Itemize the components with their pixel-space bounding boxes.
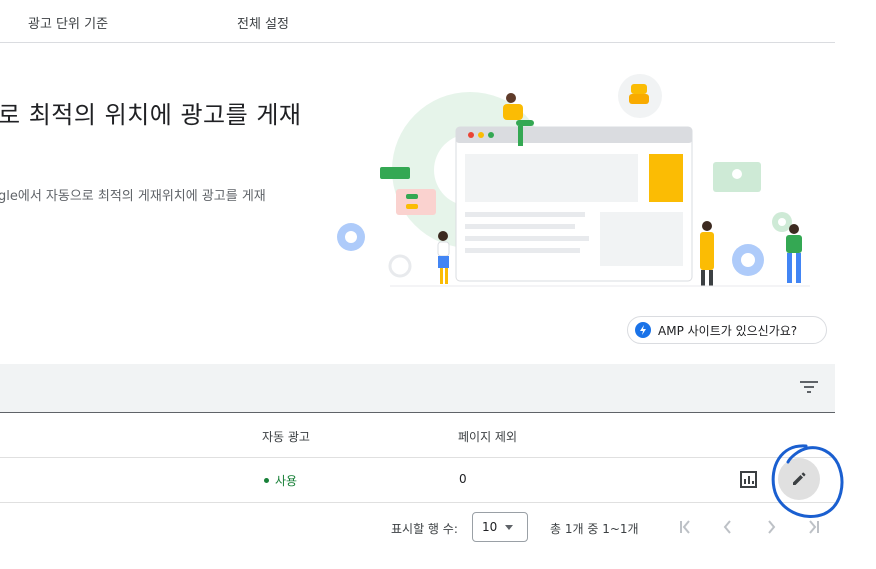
person-right-figure [786, 224, 802, 283]
auto-ads-status: 사용 [264, 472, 297, 489]
filter-icon[interactable] [800, 380, 818, 394]
coin-bubble-icon [618, 74, 662, 118]
tab-bar: 광고 단위 기준 전체 설정 [0, 0, 835, 43]
message-chip-icon [380, 167, 410, 179]
auto-ads-status-label: 사용 [275, 474, 298, 488]
small-gear-left-icon [337, 223, 365, 251]
first-page-icon [680, 520, 690, 534]
report-chart-icon[interactable] [740, 471, 757, 488]
ring-decoration [388, 254, 412, 278]
toggle-card-icon [396, 189, 436, 215]
amp-chip-label: AMP 사이트가 있으신가요? [658, 323, 798, 338]
page-range-text: 총 1개 중 1~1개 [550, 522, 639, 536]
status-dot-icon [264, 478, 269, 483]
first-page-button[interactable] [675, 516, 695, 538]
tab-ad-unit[interactable]: 광고 단위 기준 [28, 13, 108, 32]
amp-site-chip[interactable]: AMP 사이트가 있으신가요? [627, 316, 827, 344]
last-page-button[interactable] [804, 516, 824, 538]
table-header-row: 자동 광고 페이지 제외 [0, 413, 835, 458]
rows-per-page-label: 표시할 행 수: [391, 522, 458, 536]
browser-window-graphic [455, 126, 693, 282]
last-page-icon [809, 520, 819, 534]
pagination-bar: 표시할 행 수: 10 총 1개 중 1~1개 [0, 510, 835, 546]
small-gear-right-icon [732, 244, 764, 276]
previous-page-button[interactable] [718, 516, 738, 538]
table-row[interactable]: 사용 0 [0, 458, 835, 503]
tab-global-settings[interactable]: 전체 설정 [237, 13, 289, 32]
auto-ads-illustration [337, 74, 810, 287]
rows-per-page-select[interactable]: 10 [472, 512, 528, 542]
table-toolbar [0, 364, 835, 413]
chevron-right-icon [768, 520, 776, 534]
rows-per-page-value: 10 [482, 520, 498, 534]
dropdown-caret-icon [505, 524, 514, 530]
page-headline: 로 최적의 위치에 광고를 게재 [0, 101, 302, 129]
amp-bolt-icon [635, 322, 651, 338]
column-header-excluded-pages[interactable]: 페이지 제외 [458, 428, 517, 445]
column-header-auto-ads[interactable]: 자동 광고 [262, 428, 310, 445]
person-apron-figure [700, 221, 714, 286]
chevron-left-icon [723, 520, 731, 534]
next-page-button[interactable] [761, 516, 781, 538]
excluded-pages-count: 0 [459, 472, 467, 486]
page-description: gle에서 자동으로 최적의 게재위치에 광고를 게재 [0, 189, 266, 204]
